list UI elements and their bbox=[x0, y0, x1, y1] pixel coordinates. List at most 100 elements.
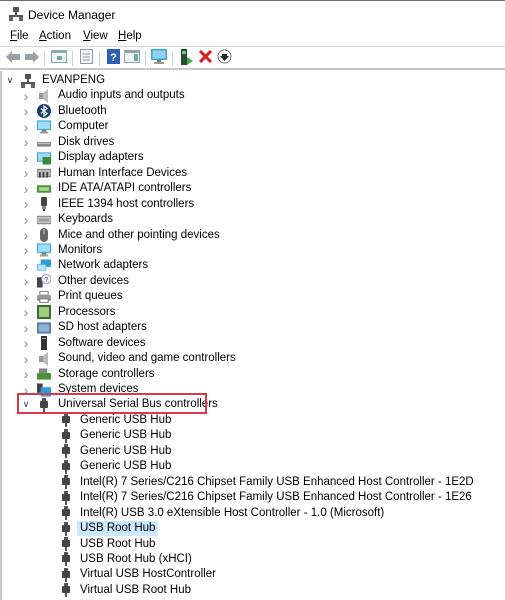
menu-help[interactable]: Help bbox=[118, 30, 142, 42]
tree-category[interactable]: › Sound, video and game controllers bbox=[21, 351, 239, 367]
storage-controller-icon bbox=[37, 367, 51, 381]
tree-item-label: Monitors bbox=[58, 243, 103, 256]
tree-item-label: Generic USB Hub bbox=[80, 444, 172, 457]
update-driver-icon bbox=[179, 48, 193, 68]
svg-text:?: ? bbox=[110, 52, 117, 64]
tree-item-label: Intel(R) USB 3.0 eXtensible Host Control… bbox=[80, 506, 385, 519]
tree-category[interactable]: › Bluetooth bbox=[21, 103, 110, 119]
tree-device[interactable]: USB Root Hub bbox=[59, 521, 159, 537]
usb-icon bbox=[59, 506, 73, 521]
chevron-right-icon[interactable]: › bbox=[21, 196, 31, 212]
arrow-right-icon bbox=[25, 50, 39, 66]
menu-view[interactable]: View bbox=[83, 30, 108, 42]
show-hide-console-tree-button[interactable] bbox=[51, 50, 67, 66]
chevron-right-icon[interactable]: › bbox=[21, 320, 31, 336]
tree-item-label: IEEE 1394 host controllers bbox=[58, 197, 195, 210]
chevron-down-icon[interactable]: ∨ bbox=[5, 75, 15, 86]
properties-button[interactable] bbox=[78, 49, 94, 66]
tree-device[interactable]: Generic USB Hub bbox=[59, 444, 174, 459]
chevron-right-icon[interactable]: › bbox=[21, 212, 31, 228]
speaker-icon bbox=[37, 351, 51, 366]
tree-device[interactable]: Intel(R) USB 3.0 eXtensible Host Control… bbox=[59, 506, 387, 521]
menu-action[interactable]: Action bbox=[39, 30, 71, 42]
chevron-right-icon[interactable]: › bbox=[21, 366, 31, 382]
chevron-right-icon[interactable]: › bbox=[21, 181, 31, 197]
svg-text:?: ? bbox=[44, 275, 48, 284]
tree-category[interactable]: ›? Other devices bbox=[21, 273, 132, 289]
back-button[interactable] bbox=[5, 50, 21, 66]
tree-device[interactable]: USB Root Hub bbox=[59, 537, 158, 552]
mouse-icon bbox=[37, 228, 51, 242]
chevron-right-icon[interactable]: › bbox=[21, 242, 31, 258]
tree-device[interactable]: Intel(R) 7 Series/C216 Chipset Family US… bbox=[59, 490, 475, 505]
chevron-right-icon[interactable]: › bbox=[21, 150, 31, 166]
chevron-right-icon[interactable]: › bbox=[21, 134, 31, 150]
chevron-right-icon[interactable]: › bbox=[21, 273, 31, 289]
tree-category[interactable]: › IEEE 1394 host controllers bbox=[21, 196, 197, 212]
tree-category[interactable]: › Human Interface Devices bbox=[21, 165, 190, 181]
tree-device[interactable]: Virtual USB Root Hub bbox=[59, 583, 194, 598]
tree-item-label: Disk drives bbox=[58, 135, 115, 148]
tree-item-label: Mice and other pointing devices bbox=[58, 228, 220, 241]
tree-category[interactable]: › Display adapters bbox=[21, 150, 147, 166]
highlight-box bbox=[17, 393, 207, 414]
usb-icon bbox=[59, 475, 73, 490]
sd-adapter-icon bbox=[37, 321, 51, 335]
tree-device[interactable]: Generic USB Hub bbox=[59, 413, 174, 428]
scan-hardware-button[interactable] bbox=[151, 49, 167, 66]
tree-category[interactable]: › Disk drives bbox=[21, 134, 117, 150]
tree-item-label: Sound, video and game controllers bbox=[58, 352, 236, 365]
tree-item-label: Generic USB Hub bbox=[80, 460, 172, 473]
tree-item-label: Virtual USB Root Hub bbox=[80, 583, 192, 596]
chevron-right-icon[interactable]: › bbox=[21, 335, 31, 351]
tree-category[interactable]: › Print queues bbox=[21, 289, 126, 305]
tree-category[interactable]: › Audio inputs and outputs bbox=[21, 88, 188, 104]
tree-device[interactable]: Generic USB Hub bbox=[59, 459, 174, 474]
tree-category[interactable]: › Storage controllers bbox=[21, 366, 158, 382]
chevron-right-icon[interactable]: › bbox=[21, 289, 31, 305]
uninstall-device-button[interactable] bbox=[197, 49, 213, 66]
tree-category[interactable]: › Computer bbox=[21, 119, 112, 135]
tree-category[interactable]: › Network adapters bbox=[21, 258, 151, 274]
toolbar-separator bbox=[72, 51, 73, 66]
usb-icon bbox=[59, 459, 73, 474]
tree-device[interactable]: Intel(R) 7 Series/C216 Chipset Family US… bbox=[59, 475, 477, 490]
chevron-right-icon[interactable]: › bbox=[21, 258, 31, 274]
chevron-right-icon[interactable]: › bbox=[21, 119, 31, 135]
tree-device[interactable]: USB Root Hub (xHCI) bbox=[59, 552, 195, 567]
tree-category[interactable]: › Processors bbox=[21, 304, 119, 320]
chevron-right-icon[interactable]: › bbox=[21, 103, 31, 119]
tree-item-label: USB Root Hub (xHCI) bbox=[80, 552, 192, 565]
chevron-right-icon[interactable]: › bbox=[21, 88, 31, 104]
tree-device[interactable]: Generic USB Hub bbox=[59, 428, 174, 443]
tree-category[interactable]: › Software devices bbox=[21, 335, 149, 351]
toolbar: ? bbox=[0, 46, 505, 70]
processor-icon bbox=[37, 305, 51, 320]
forward-button[interactable] bbox=[24, 50, 40, 66]
tree-category[interactable]: › SD host adapters bbox=[21, 320, 150, 336]
chevron-right-icon[interactable]: › bbox=[21, 304, 31, 320]
tree-category[interactable]: › Keyboards bbox=[21, 212, 116, 228]
update-driver-button[interactable] bbox=[178, 48, 194, 68]
tree-category[interactable]: › Mice and other pointing devices bbox=[21, 227, 223, 243]
action-pane-icon bbox=[124, 50, 140, 66]
usb-icon bbox=[59, 552, 73, 567]
ieee1394-icon bbox=[37, 197, 51, 212]
menu-file[interactable]: File bbox=[10, 30, 29, 42]
tree-root-computer[interactable]: ∨ EVANPENG bbox=[5, 73, 108, 88]
chevron-right-icon[interactable]: › bbox=[21, 165, 31, 181]
tree-category[interactable]: › IDE ATA/ATAPI controllers bbox=[21, 181, 194, 197]
tree-category[interactable]: › Monitors bbox=[21, 242, 105, 258]
help-button[interactable]: ? bbox=[105, 49, 121, 67]
network-adapter-icon bbox=[37, 259, 51, 273]
tree-item-label: Storage controllers bbox=[58, 367, 155, 380]
action-pane-button[interactable] bbox=[124, 50, 140, 66]
red-x-icon bbox=[198, 49, 212, 66]
chevron-right-icon[interactable]: › bbox=[21, 351, 31, 367]
tree-device[interactable]: Virtual USB HostController bbox=[59, 567, 219, 582]
chevron-right-icon[interactable]: › bbox=[21, 227, 31, 243]
help-icon: ? bbox=[106, 49, 120, 67]
disable-device-button[interactable] bbox=[216, 49, 232, 66]
tree-item-label: Generic USB Hub bbox=[80, 429, 172, 442]
toolbar-separator bbox=[99, 51, 100, 66]
